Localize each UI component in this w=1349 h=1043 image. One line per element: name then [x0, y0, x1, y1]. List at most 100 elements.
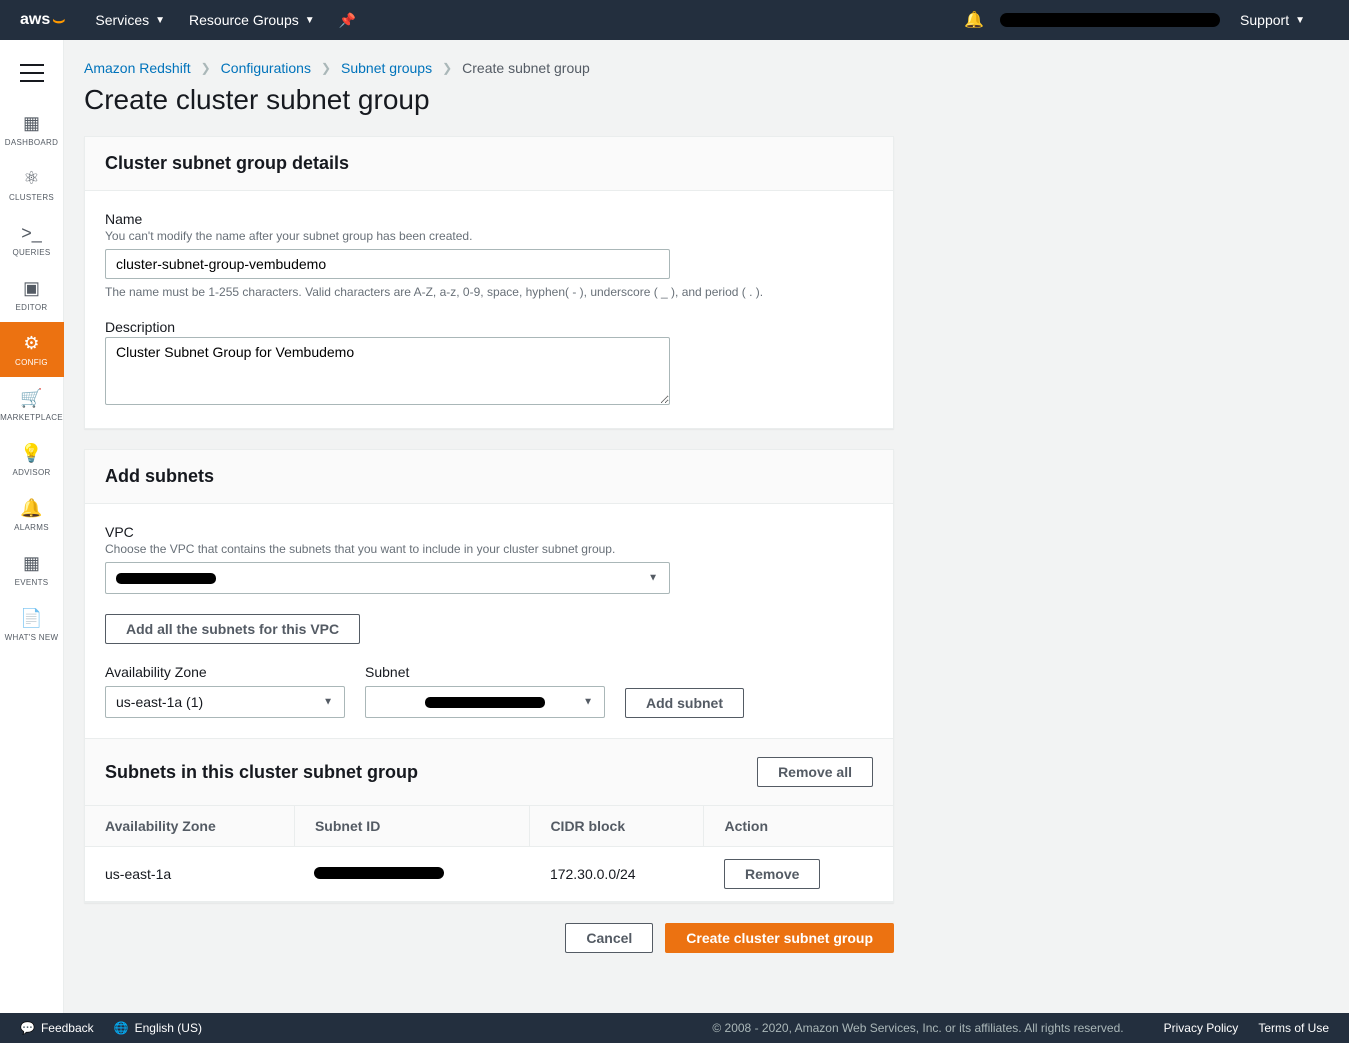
- calendar-icon: ▦: [23, 552, 40, 574]
- language-label: English (US): [135, 1021, 202, 1035]
- sidebar-item-label: QUERIES: [12, 248, 50, 257]
- globe-icon: 🌐: [114, 1021, 129, 1035]
- grid-icon: ▦: [23, 112, 40, 134]
- breadcrumb-link[interactable]: Amazon Redshift: [84, 60, 191, 76]
- table-header-id: Subnet ID: [294, 806, 529, 847]
- aws-swoosh-icon: ⌣: [52, 9, 65, 32]
- sidebar-item-queries[interactable]: >_ QUERIES: [0, 212, 64, 267]
- caret-down-icon: ▼: [305, 15, 315, 26]
- table-header-action: Action: [704, 806, 893, 847]
- subnet-select[interactable]: [365, 686, 605, 718]
- breadcrumb-link[interactable]: Configurations: [221, 60, 311, 76]
- breadcrumb-link[interactable]: Subnet groups: [341, 60, 432, 76]
- pin-button[interactable]: 📌: [339, 12, 356, 29]
- sidebar-item-alarms[interactable]: 🔔 ALARMS: [0, 487, 64, 542]
- resource-groups-label: Resource Groups: [189, 12, 299, 28]
- sidebar-item-whatsnew[interactable]: 📄 WHAT'S NEW: [0, 597, 64, 652]
- feedback-label: Feedback: [41, 1021, 94, 1035]
- top-nav: aws⌣ Services ▼ Resource Groups ▼ 📌 🔔 Su…: [0, 0, 1349, 40]
- breadcrumb: Amazon Redshift ❯ Configurations ❯ Subne…: [84, 60, 1329, 76]
- add-all-subnets-button[interactable]: Add all the subnets for this VPC: [105, 614, 360, 644]
- pin-icon: 📌: [339, 12, 356, 29]
- sidebar-item-clusters[interactable]: ⚛ CLUSTERS: [0, 157, 64, 212]
- panel-header: Cluster subnet group details: [85, 137, 893, 191]
- cancel-button[interactable]: Cancel: [565, 923, 653, 953]
- bell-icon: 🔔: [964, 10, 984, 30]
- caret-down-icon: ▼: [155, 15, 165, 26]
- aws-logo-text: aws: [20, 11, 50, 29]
- panel-header: Add subnets: [85, 450, 893, 504]
- sidebar-item-label: EVENTS: [15, 578, 49, 587]
- sidebar-item-config[interactable]: ⚙ CONFIG: [0, 322, 64, 377]
- editor-icon: ▣: [23, 277, 40, 299]
- support-menu[interactable]: Support ▼: [1240, 12, 1305, 28]
- gear-icon: ⚙: [23, 332, 39, 354]
- privacy-link[interactable]: Privacy Policy: [1164, 1021, 1239, 1035]
- feedback-button[interactable]: 💬 Feedback: [20, 1021, 94, 1035]
- main-content: Amazon Redshift ❯ Configurations ❯ Subne…: [64, 40, 1349, 1013]
- copyright-text: © 2008 - 2020, Amazon Web Services, Inc.…: [712, 1021, 1123, 1035]
- support-label: Support: [1240, 12, 1289, 28]
- remove-row-button[interactable]: Remove: [724, 859, 820, 889]
- chat-icon: 💬: [20, 1021, 35, 1035]
- bulb-icon: 💡: [20, 442, 42, 464]
- cart-icon: 🛒: [20, 387, 42, 409]
- add-subnets-panel: Add subnets VPC Choose the VPC that cont…: [84, 449, 894, 903]
- name-input[interactable]: [105, 249, 670, 279]
- chevron-right-icon: ❯: [201, 61, 211, 75]
- az-label: Availability Zone: [105, 664, 345, 680]
- cell-subnet-id: [294, 847, 529, 902]
- sidebar-item-dashboard[interactable]: ▦ DASHBOARD: [0, 102, 64, 157]
- notifications-button[interactable]: 🔔: [964, 10, 984, 30]
- sidebar-item-label: ALARMS: [14, 523, 49, 532]
- terms-link[interactable]: Terms of Use: [1258, 1021, 1329, 1035]
- sidebar-item-marketplace[interactable]: 🛒 MARKETPLACE: [0, 377, 64, 432]
- cluster-icon: ⚛: [23, 167, 39, 189]
- caret-down-icon: ▼: [1295, 15, 1305, 26]
- sidebar-item-label: DASHBOARD: [5, 138, 58, 147]
- hamburger-button[interactable]: [20, 64, 44, 82]
- subnets-header: Subnets in this cluster subnet group Rem…: [85, 739, 893, 806]
- vpc-select[interactable]: [105, 562, 670, 594]
- side-nav: ▦ DASHBOARD ⚛ CLUSTERS >_ QUERIES ▣ EDIT…: [0, 40, 64, 1013]
- footer: 💬 Feedback 🌐 English (US) © 2008 - 2020,…: [0, 1013, 1349, 1043]
- sidebar-item-advisor[interactable]: 💡 ADVISOR: [0, 432, 64, 487]
- chevron-right-icon: ❯: [321, 61, 331, 75]
- form-actions: Cancel Create cluster subnet group: [84, 923, 894, 953]
- aws-logo[interactable]: aws⌣: [20, 9, 65, 32]
- description-input[interactable]: Cluster Subnet Group for Vembudemo: [105, 337, 670, 405]
- news-icon: 📄: [20, 607, 42, 629]
- cluster-subnet-group-details-panel: Cluster subnet group details Name You ca…: [84, 136, 894, 429]
- terminal-icon: >_: [21, 222, 42, 244]
- sidebar-item-events[interactable]: ▦ EVENTS: [0, 542, 64, 597]
- subnets-in-group-section: Subnets in this cluster subnet group Rem…: [85, 738, 893, 902]
- name-hint: You can't modify the name after your sub…: [105, 229, 873, 243]
- vpc-label: VPC: [105, 524, 873, 540]
- subnets-table: Availability Zone Subnet ID CIDR block A…: [85, 806, 893, 902]
- sidebar-item-label: WHAT'S NEW: [5, 633, 59, 642]
- language-selector[interactable]: 🌐 English (US): [114, 1021, 202, 1035]
- bell-icon: 🔔: [20, 497, 42, 519]
- cell-action: Remove: [704, 847, 893, 902]
- remove-all-button[interactable]: Remove all: [757, 757, 873, 787]
- sidebar-item-label: CLUSTERS: [9, 193, 54, 202]
- page-title: Create cluster subnet group: [84, 84, 1329, 116]
- vpc-hint: Choose the VPC that contains the subnets…: [105, 542, 873, 556]
- panel-heading: Add subnets: [105, 466, 873, 487]
- cell-cidr: 172.30.0.0/24: [530, 847, 704, 902]
- table-row: us-east-1a 172.30.0.0/24 Remove: [85, 847, 893, 902]
- add-subnet-button[interactable]: Add subnet: [625, 688, 744, 718]
- table-header-az: Availability Zone: [85, 806, 294, 847]
- sidebar-item-label: EDITOR: [16, 303, 48, 312]
- table-header-cidr: CIDR block: [530, 806, 704, 847]
- subnets-heading: Subnets in this cluster subnet group: [105, 762, 418, 783]
- az-select-value: us-east-1a (1): [116, 694, 203, 710]
- chevron-right-icon: ❯: [442, 61, 452, 75]
- resource-groups-menu[interactable]: Resource Groups ▼: [189, 12, 315, 28]
- az-select[interactable]: us-east-1a (1): [105, 686, 345, 718]
- services-menu[interactable]: Services ▼: [95, 12, 165, 28]
- name-constraint: The name must be 1-255 characters. Valid…: [105, 285, 873, 299]
- create-cluster-subnet-group-button[interactable]: Create cluster subnet group: [665, 923, 894, 953]
- account-info-redacted[interactable]: [1000, 13, 1220, 27]
- sidebar-item-editor[interactable]: ▣ EDITOR: [0, 267, 64, 322]
